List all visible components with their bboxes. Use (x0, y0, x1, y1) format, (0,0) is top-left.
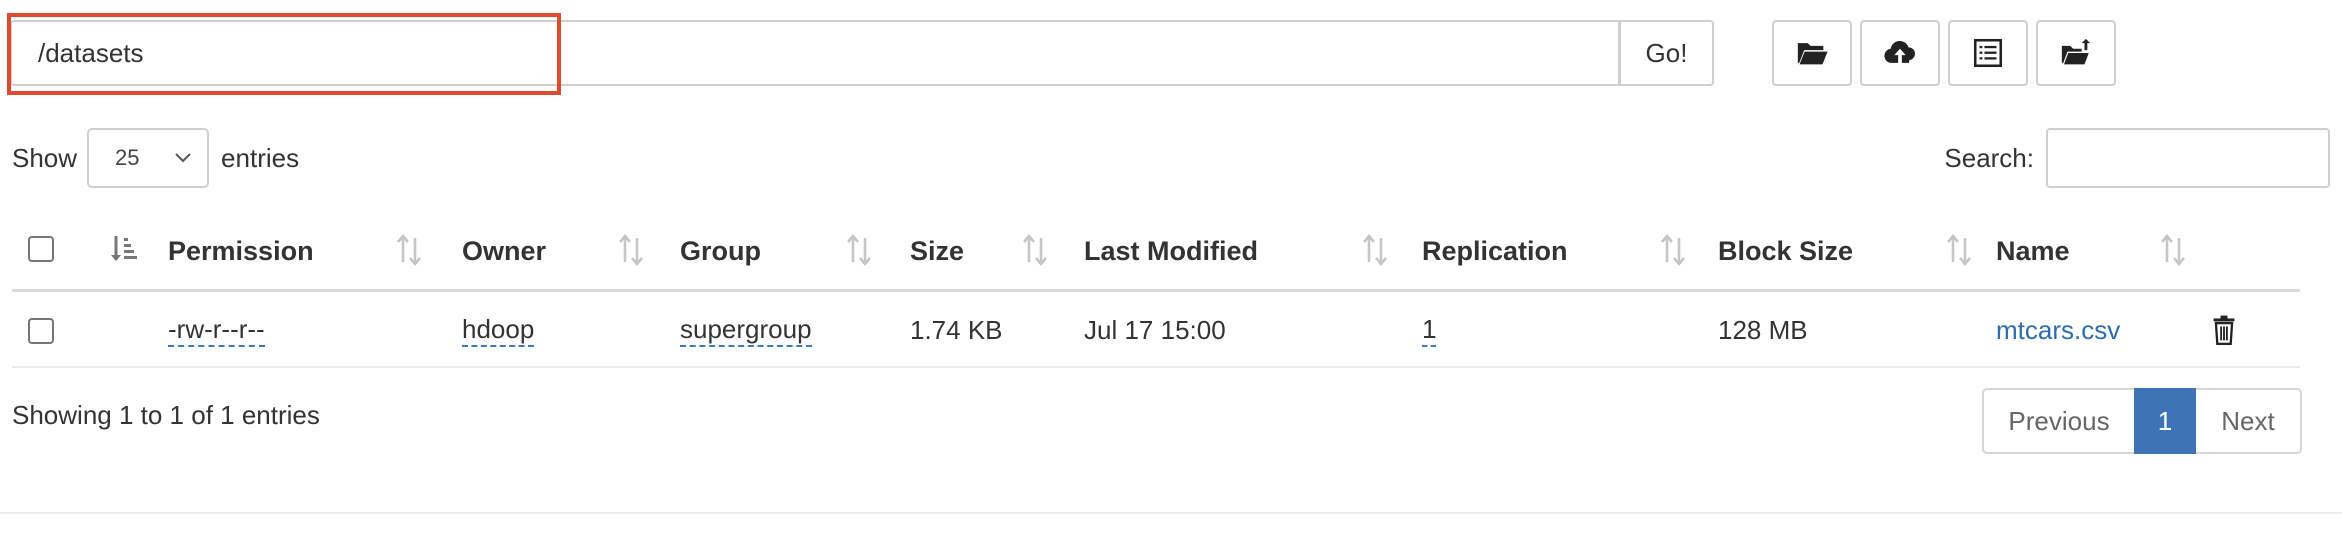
column-header-name[interactable]: Name (1996, 210, 2070, 292)
upload-button[interactable] (1860, 20, 1940, 86)
select-all-checkbox[interactable] (28, 236, 54, 262)
sort-icon[interactable] (2158, 232, 2188, 268)
folder-open-icon (1797, 43, 1828, 65)
column-header-last-modified[interactable]: Last Modified (1084, 210, 1258, 292)
sort-ascending-icon[interactable] (108, 232, 138, 268)
chevron-down-icon (175, 153, 191, 163)
size-cell: 1.74 KB (910, 314, 1003, 345)
column-header-permission[interactable]: Permission (168, 210, 314, 292)
path-input[interactable]: /datasets (10, 20, 1620, 86)
sort-icon[interactable] (1944, 232, 1974, 268)
sort-icon[interactable] (616, 232, 646, 268)
sort-icon[interactable] (1658, 232, 1688, 268)
column-header-group[interactable]: Group (680, 210, 761, 292)
pagination: Previous 1 Next (1982, 388, 2302, 454)
trash-icon (2213, 315, 2235, 345)
delete-button[interactable] (2210, 292, 2238, 368)
next-page-button[interactable]: Next (2196, 388, 2302, 454)
table-header: Permission Owner Group Size Last Modifie… (12, 210, 2300, 292)
file-table: Permission Owner Group Size Last Modifie… (12, 210, 2300, 368)
column-header-owner[interactable]: Owner (462, 210, 546, 292)
list-icon (1973, 38, 2003, 68)
folder-upload-button[interactable] (2036, 20, 2116, 86)
page-1-button[interactable]: 1 (2134, 388, 2196, 454)
show-label: Show (12, 142, 78, 173)
sort-icon[interactable] (394, 232, 424, 268)
entries-select[interactable]: 25 (87, 128, 210, 188)
file-name-link[interactable]: mtcars.csv (1996, 292, 2120, 368)
length-control: Show 25 entries (12, 128, 299, 188)
list-view-button[interactable] (1948, 20, 2028, 86)
column-header-block-size[interactable]: Block Size (1718, 210, 1853, 292)
row-checkbox[interactable] (28, 318, 54, 344)
table-row: -rw-r--r-- hdoop supergroup 1.74 KB Jul … (12, 292, 2300, 368)
search-control: Search: (1944, 128, 2330, 188)
search-input[interactable] (2046, 128, 2330, 188)
search-label: Search: (1944, 142, 2034, 173)
permission-cell[interactable]: -rw-r--r-- (168, 314, 265, 347)
table-info: Showing 1 to 1 of 1 entries (12, 400, 320, 430)
replication-cell[interactable]: 1 (1422, 314, 1437, 347)
cloud-upload-icon (1884, 40, 1915, 65)
sort-icon[interactable] (1020, 232, 1050, 268)
create-directory-button[interactable] (1772, 20, 1852, 86)
entries-label: entries (221, 142, 300, 173)
sort-icon[interactable] (1360, 232, 1390, 268)
entries-select-value: 25 (115, 145, 140, 170)
block-size-cell: 128 MB (1718, 314, 1808, 345)
column-header-replication[interactable]: Replication (1422, 210, 1568, 292)
go-button[interactable]: Go! (1620, 20, 1714, 86)
owner-cell[interactable]: hdoop (462, 314, 535, 347)
footer-divider (0, 512, 2342, 514)
group-cell[interactable]: supergroup (680, 314, 812, 347)
last-modified-cell: Jul 17 15:00 (1084, 314, 1226, 345)
sort-icon[interactable] (844, 232, 874, 268)
column-header-size[interactable]: Size (910, 210, 964, 292)
previous-page-button[interactable]: Previous (1982, 388, 2134, 454)
folder-upload-icon (2061, 38, 2091, 65)
